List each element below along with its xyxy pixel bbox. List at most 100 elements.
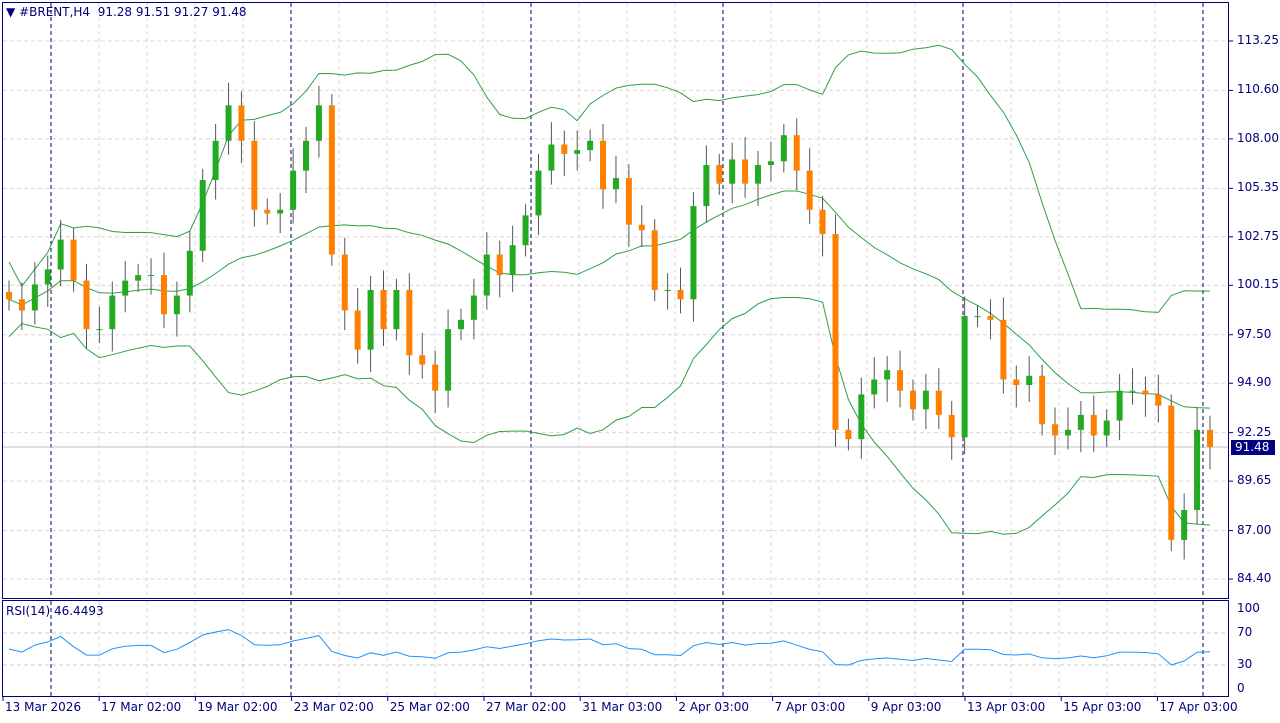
time-axis-label: 9 Apr 03:00 [870, 700, 942, 714]
bear-candle [793, 135, 800, 171]
bear-candle [716, 165, 723, 184]
bear-candle [70, 239, 77, 281]
bull-candle [1194, 429, 1201, 511]
bear-candle [948, 414, 955, 438]
bull-candle [290, 170, 297, 210]
bear-candle [354, 310, 361, 350]
bull-candle [509, 245, 516, 276]
bull-candle [109, 295, 116, 330]
price-axis-label: 92.25 [1237, 424, 1272, 439]
price-axis-label: 108.00 [1237, 130, 1279, 145]
time-axis-label: 19 Mar 02:00 [197, 700, 278, 714]
bull-candle [303, 140, 310, 171]
rsi-axis-label: 0 [1237, 681, 1245, 695]
bull-candle [31, 284, 38, 311]
time-axis-label: 23 Mar 02:00 [293, 700, 374, 714]
rsi-label: RSI(14) [6, 604, 51, 618]
bull-candle [858, 394, 865, 440]
bull-candle [277, 209, 284, 214]
bear-candle [419, 355, 426, 365]
bear-candle [1090, 414, 1097, 436]
time-axis-label: 25 Mar 02:00 [389, 700, 470, 714]
bull-candle [1077, 414, 1084, 430]
rsi-pane-frame [2, 600, 1229, 697]
price-axis-label: 97.50 [1237, 326, 1272, 341]
bull-candle [703, 165, 710, 207]
bear-candle [806, 170, 813, 210]
rsi-value: 46.4493 [53, 604, 104, 618]
time-axis-label: 15 Apr 03:00 [1063, 700, 1142, 714]
bull-candle [780, 135, 787, 162]
bollinger-lower [8, 297, 1211, 535]
price-axis-label: 87.00 [1237, 522, 1272, 537]
bull-candle [1103, 420, 1110, 436]
bull-candle [664, 289, 671, 291]
rsi-header: RSI(14) 46.4493 [6, 604, 104, 618]
ohlc-values: 91.28 91.51 91.27 91.48 [97, 5, 247, 19]
price-axis-label: 89.65 [1237, 473, 1272, 488]
bull-candle [1181, 510, 1188, 540]
bull-candle [57, 239, 64, 270]
bull-candle [535, 170, 542, 216]
bear-candle [677, 289, 684, 300]
bull-candle [445, 329, 452, 391]
bear-candle [1168, 405, 1175, 540]
bear-candle [1155, 394, 1162, 406]
current-price-tag: 91.48 [1231, 440, 1275, 455]
bull-candle [122, 280, 129, 296]
rsi-axis-label: 70 [1237, 625, 1253, 639]
bull-candle [974, 316, 981, 318]
bull-candle [522, 215, 529, 246]
bear-candle [341, 254, 348, 311]
bear-candle [819, 209, 826, 235]
time-axis-label: 2 Apr 03:00 [678, 700, 749, 714]
bull-candle [755, 165, 762, 184]
bull-candle [212, 140, 219, 180]
bear-candle [1207, 429, 1213, 448]
collapse-triangle-icon[interactable]: ▼ [6, 5, 15, 19]
time-axis-label: 13 Mar 2026 [5, 700, 82, 714]
bull-candle [587, 140, 594, 151]
bear-candle [651, 230, 658, 290]
bull-candle [186, 250, 193, 296]
chart-canvas[interactable] [0, 0, 1280, 720]
bull-candle [199, 179, 206, 251]
bear-candle [380, 289, 387, 330]
symbol-header: ▼ #BRENT,H4 91.28 91.51 91.27 91.48 [6, 5, 247, 19]
bear-candle [935, 390, 942, 415]
bear-candle [83, 280, 90, 330]
bull-candle [548, 144, 555, 171]
bull-candle [315, 105, 322, 141]
bear-candle [432, 364, 439, 391]
bull-candle [483, 254, 490, 296]
bear-candle [6, 291, 12, 300]
bear-candle [328, 105, 335, 255]
bull-candle [44, 269, 51, 285]
chart-window[interactable] [0, 0, 1280, 720]
bear-candle [1039, 375, 1046, 425]
bull-candle [470, 295, 477, 320]
bear-candle [625, 178, 632, 225]
rsi-axis-label: 100 [1237, 601, 1260, 615]
bull-candle [574, 150, 581, 154]
bear-candle [561, 144, 568, 154]
bull-candle [135, 275, 142, 281]
time-axis-label: 7 Apr 03:00 [774, 700, 846, 714]
bull-candle [148, 275, 155, 277]
bull-candle [367, 289, 374, 350]
bear-candle [638, 224, 645, 231]
bear-candle [18, 299, 25, 311]
bull-candle [767, 161, 774, 166]
bull-candle [173, 295, 180, 315]
price-axis-label: 105.35 [1237, 180, 1279, 195]
price-axis-label: 110.60 [1237, 82, 1279, 97]
bull-candle [871, 379, 878, 395]
time-axis-label: 31 Mar 03:00 [582, 700, 663, 714]
main-pane-frame [2, 2, 1229, 599]
bear-candle [600, 140, 607, 190]
price-axis-label: 100.15 [1237, 277, 1279, 292]
bull-candle [1116, 390, 1123, 421]
bear-candle [160, 275, 167, 315]
bull-candle [729, 159, 736, 184]
price-axis-label: 94.90 [1237, 375, 1272, 390]
